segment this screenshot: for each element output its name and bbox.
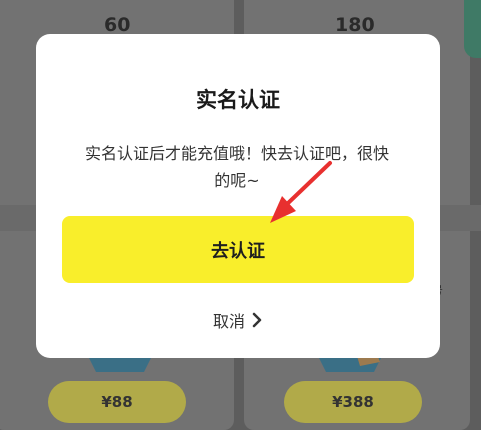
price-button-right[interactable]: ¥388 xyxy=(284,381,422,423)
dialog-message-line1: 实名认证后才能充值哦！快去认证吧，很快 xyxy=(84,144,389,163)
dialog-message-line2: 的呢~ xyxy=(214,171,260,190)
dialog-title: 实名认证 xyxy=(196,88,280,112)
verification-dialog: 实名认证 实名认证后才能充值哦！快去认证吧，很快 的呢~ 去认证 取消 xyxy=(36,34,440,358)
verify-button[interactable]: 去认证 xyxy=(62,216,414,283)
teal-tab xyxy=(464,0,481,58)
plan-amount-right: 180 xyxy=(335,14,375,36)
chevron-right-icon xyxy=(252,312,262,328)
price-button-left[interactable]: ¥88 xyxy=(48,381,186,423)
verify-button-label: 去认证 xyxy=(211,240,265,262)
dialog-message: 实名认证后才能充值哦！快去认证吧，很快 的呢~ xyxy=(64,140,410,194)
cancel-label: 取消 xyxy=(212,312,245,331)
cancel-link[interactable]: 取消 xyxy=(36,308,440,332)
plan-amount-left: 60 xyxy=(104,14,131,36)
